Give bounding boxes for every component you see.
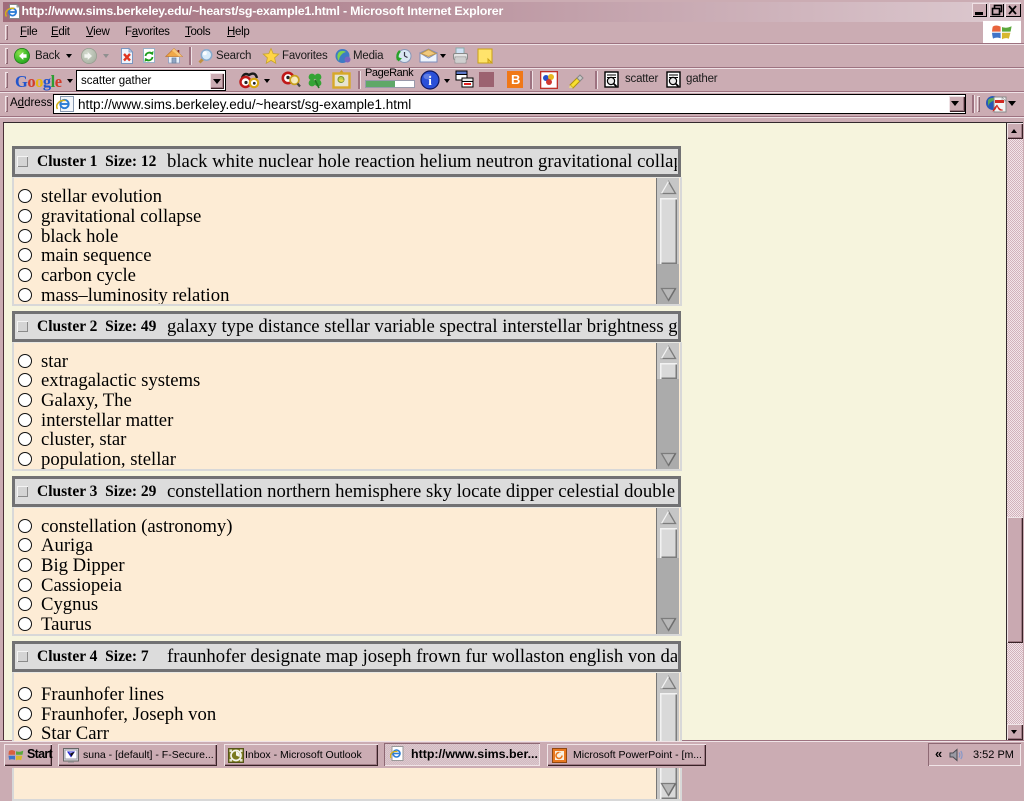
svg-text:i: i (428, 73, 432, 88)
